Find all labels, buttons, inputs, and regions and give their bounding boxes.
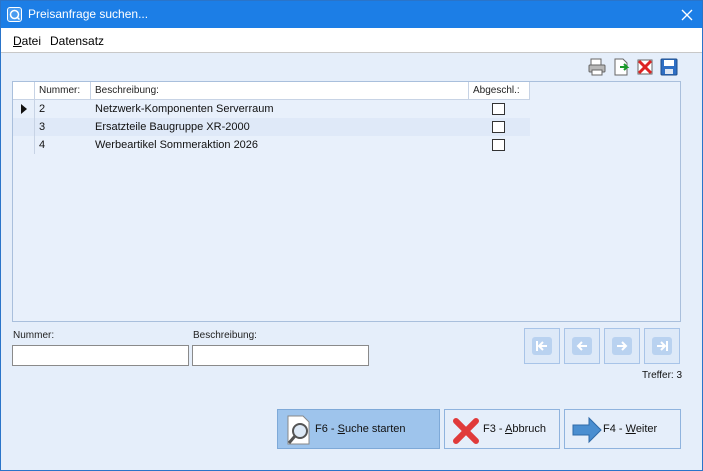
menu-bar: Datei Datensatz	[1, 28, 702, 53]
next-record-button[interactable]	[604, 328, 640, 364]
previous-record-button[interactable]	[564, 328, 600, 364]
cell-nummer: 2	[39, 103, 46, 115]
cell-beschreibung: Ersatzteile Baugruppe XR-2000	[95, 121, 250, 133]
search-button[interactable]: F6 - Suche starten	[277, 409, 440, 449]
abgeschlossen-checkbox[interactable]	[492, 103, 505, 115]
cancel-button-label: F3 - Abbruch	[483, 423, 546, 435]
export-icon[interactable]	[611, 57, 631, 77]
nummer-input[interactable]	[12, 345, 189, 366]
grid-header: Nummer: Beschreibung: Abgeschl.:	[13, 82, 530, 100]
save-icon[interactable]	[659, 57, 679, 77]
table-row[interactable]: 2 Netzwerk-Komponenten Serverraum	[13, 100, 530, 118]
next-record-icon	[612, 337, 632, 355]
column-abgeschlossen[interactable]: Abgeschl.:	[469, 82, 530, 100]
dialog-body: Nummer: Beschreibung: Abgeschl.: 2 Netzw…	[1, 53, 702, 470]
table-row[interactable]: 4 Werbeartikel Sommeraktion 2026	[13, 136, 530, 154]
app-icon	[7, 7, 22, 22]
last-record-icon	[652, 337, 672, 355]
header-indicator	[13, 82, 35, 100]
window-title: Preisanfrage suchen...	[28, 7, 149, 21]
menu-datei[interactable]: Datei	[13, 34, 41, 48]
close-button[interactable]	[672, 1, 702, 28]
abgeschlossen-checkbox[interactable]	[492, 121, 505, 133]
search-icon	[284, 414, 314, 446]
row-indicator	[13, 100, 35, 118]
next-button[interactable]: F4 - Weiter	[564, 409, 681, 449]
delete-icon[interactable]	[635, 57, 655, 77]
row-indicator	[13, 136, 35, 154]
hit-count: Treffer: 3	[642, 370, 683, 381]
first-record-button[interactable]	[524, 328, 560, 364]
cell-nummer: 4	[39, 139, 46, 151]
cell-beschreibung: Werbeartikel Sommeraktion 2026	[95, 139, 259, 151]
arrow-right-icon	[571, 414, 602, 446]
cancel-icon	[451, 414, 481, 446]
cancel-button[interactable]: F3 - Abbruch	[444, 409, 560, 449]
table-row[interactable]: 3 Ersatzteile Baugruppe XR-2000	[13, 118, 530, 136]
row-indicator	[13, 118, 35, 136]
first-record-icon	[532, 337, 552, 355]
abgeschlossen-checkbox[interactable]	[492, 139, 505, 151]
dialog-window: Preisanfrage suchen... Datei Datensatz N…	[0, 0, 703, 471]
column-nummer[interactable]: Nummer:	[35, 82, 91, 100]
previous-record-icon	[572, 337, 592, 355]
cell-nummer: 3	[39, 121, 46, 133]
results-grid[interactable]: Nummer: Beschreibung: Abgeschl.: 2 Netzw…	[12, 81, 681, 322]
next-button-label: F4 - Weiter	[603, 423, 658, 435]
beschreibung-label: Beschreibung:	[193, 330, 257, 341]
menu-datensatz[interactable]: Datensatz	[50, 34, 104, 48]
search-button-label: F6 - Suche starten	[315, 423, 406, 435]
cell-beschreibung: Netzwerk-Komponenten Serverraum	[95, 103, 274, 115]
nummer-label: Nummer:	[13, 330, 55, 341]
beschreibung-input[interactable]	[192, 345, 369, 366]
last-record-button[interactable]	[644, 328, 680, 364]
printer-icon[interactable]	[587, 57, 607, 77]
column-beschreibung[interactable]: Beschreibung:	[91, 82, 469, 100]
close-icon	[681, 9, 693, 20]
title-bar[interactable]: Preisanfrage suchen...	[1, 1, 702, 28]
current-row-arrow-icon	[21, 104, 27, 114]
